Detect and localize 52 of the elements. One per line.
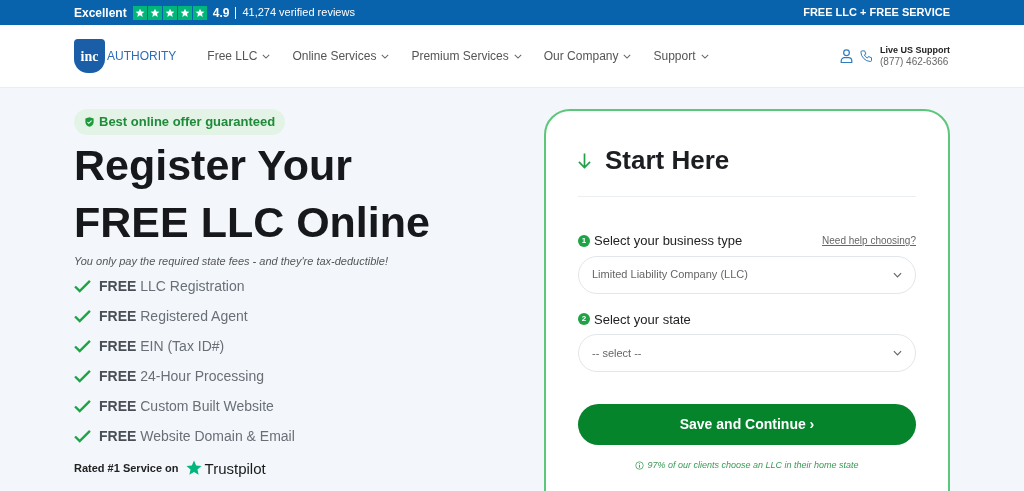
- info-icon: [635, 461, 645, 471]
- info-note: 97% of our clients choose an LLC in their home state: [647, 459, 859, 472]
- headline: Register Your: [74, 139, 353, 191]
- chevron-down-icon: [700, 53, 709, 59]
- feature-text: FREE Registered Agent: [99, 306, 248, 326]
- headline: FREE LLC Online: [74, 196, 430, 248]
- subtitle: You only pay the required state fees - and they're tax-deductible!: [74, 253, 388, 269]
- nav-link[interactable]: Online Services: [292, 47, 390, 65]
- logo-shield: inc: [74, 39, 105, 73]
- check-icon: [74, 369, 91, 383]
- nav-link[interactable]: Free LLC: [207, 47, 271, 65]
- nav-link[interactable]: Support: [653, 47, 709, 65]
- rating-score: 4.9: [212, 4, 230, 22]
- promo-text: FREE LLC + FREE SERVICE: [803, 5, 950, 21]
- chevron-down-icon: [513, 53, 522, 59]
- support-label: Live US Support: [880, 45, 950, 56]
- check-icon: [74, 339, 91, 353]
- user-icon[interactable]: [840, 48, 853, 64]
- field-label: Select your state: [594, 310, 691, 329]
- review-count: 41,274 verified reviews: [242, 5, 355, 21]
- logo[interactable]: inc AUTHORITY: [74, 39, 177, 73]
- save-and-continue-button[interactable]: Save and Continue ›: [578, 404, 916, 445]
- feature-text: FREE EIN (Tax ID#): [99, 336, 225, 356]
- feature-text: FREE Website Domain & Email: [99, 426, 295, 446]
- phone-link[interactable]: (877) 462-6366: [880, 56, 950, 67]
- nav-link[interactable]: Our Company: [543, 47, 632, 65]
- arrow-down-icon: [578, 151, 591, 170]
- shield-check-icon: [84, 115, 95, 128]
- step-number: 2: [578, 313, 590, 326]
- check-icon: [74, 399, 91, 413]
- check-icon: [74, 429, 91, 443]
- feature-text: FREE Custom Built Website: [99, 396, 274, 416]
- rating-label: Excellent: [74, 4, 127, 22]
- nav-link[interactable]: Premium Services: [411, 47, 522, 65]
- logo-text: AUTHORITY: [107, 48, 177, 65]
- phone-icon[interactable]: [859, 48, 874, 64]
- field-label: Select your business type: [594, 232, 743, 250]
- feature-text: FREE 24-Hour Processing: [99, 366, 264, 386]
- chevron-down-icon: [623, 53, 632, 59]
- chevron-down-icon: [893, 271, 902, 278]
- check-icon: [74, 309, 91, 323]
- chevron-down-icon: [893, 350, 902, 356]
- chevron-down-icon: [262, 53, 271, 59]
- form-title: Start Here: [605, 144, 730, 177]
- check-icon: [74, 279, 91, 293]
- chevron-down-icon: [381, 53, 390, 59]
- step-number: 1: [578, 234, 590, 247]
- trustpilot-logo: Trustpilot: [184, 459, 266, 477]
- rated-text: Rated #1 Service on: [74, 460, 179, 476]
- feature-text: FREE LLC Registration: [99, 276, 245, 296]
- help-link[interactable]: Need help choosing?: [822, 233, 916, 249]
- offer-badge: Best online offer guaranteed: [74, 109, 286, 135]
